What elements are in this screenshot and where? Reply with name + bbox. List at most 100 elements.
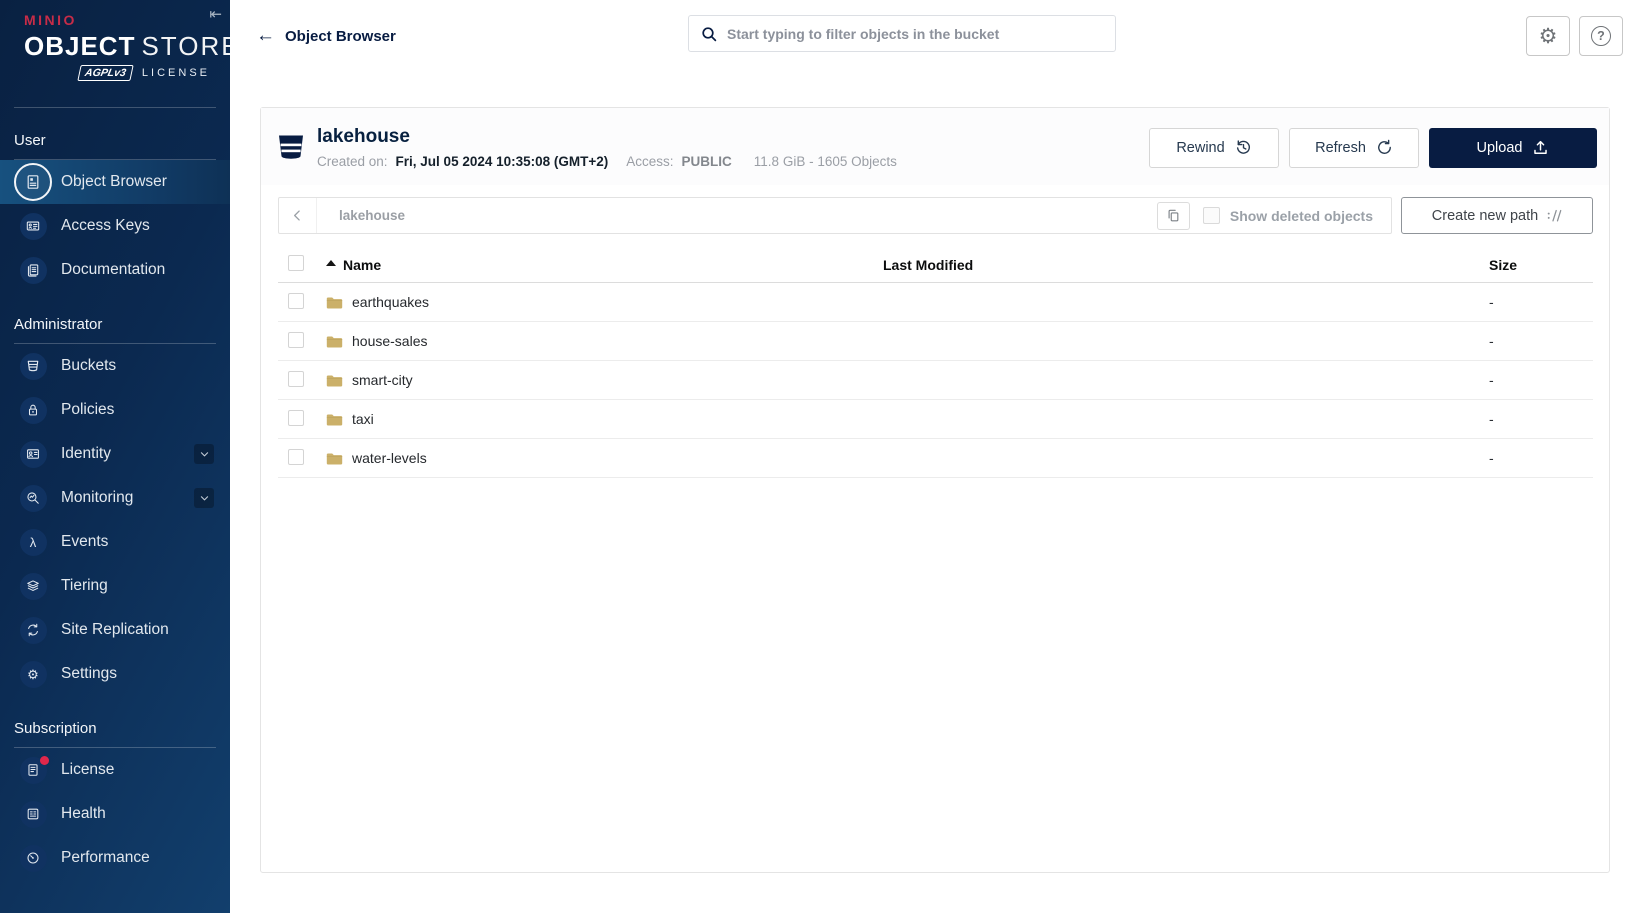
created-value: Fri, Jul 05 2024 10:35:08 (GMT+2)	[395, 154, 609, 169]
table-row[interactable]: taxi -	[278, 400, 1593, 439]
buckets-icon	[19, 352, 47, 380]
object-size: -	[1489, 333, 1494, 349]
agpl-badge: AGPLv3	[77, 65, 134, 81]
sidebar-item-label: Buckets	[61, 357, 117, 374]
sidebar: ⇤ MINIO OBJECTSTORE AGPLv3 LICENSE User …	[0, 0, 230, 913]
object-name[interactable]: smart-city	[352, 372, 413, 388]
sidebar-item-performance[interactable]: Performance	[0, 836, 230, 880]
sidebar-item-tiering[interactable]: Tiering	[0, 564, 230, 608]
current-path: lakehouse	[339, 208, 406, 223]
row-checkbox[interactable]	[288, 331, 304, 348]
row-checkbox[interactable]	[288, 292, 304, 309]
table-header-row: Name Last Modified Size	[278, 247, 1593, 283]
column-header-last-modified[interactable]: Last Modified	[883, 257, 1489, 273]
folder-icon	[326, 297, 343, 309]
settings-button[interactable]: ⚙	[1526, 16, 1570, 56]
chevron-down-icon[interactable]	[194, 444, 214, 464]
topbar: ← Object Browser ⚙ ?	[230, 0, 1638, 72]
bucket-icon	[278, 133, 304, 163]
back-arrow-icon: ←	[256, 25, 275, 46]
table-row[interactable]: smart-city -	[278, 361, 1593, 400]
sidebar-item-label: Performance	[61, 849, 150, 866]
sidebar-item-access-keys[interactable]: Access Keys	[0, 204, 230, 248]
policies-icon	[19, 396, 47, 424]
refresh-icon	[1377, 139, 1391, 154]
search-input[interactable]	[727, 25, 1103, 42]
object-size: -	[1489, 450, 1494, 466]
sidebar-item-label: Policies	[61, 401, 115, 418]
row-checkbox[interactable]	[288, 409, 304, 426]
create-new-path-button[interactable]: Create new path	[1401, 197, 1593, 234]
back-button[interactable]: ← Object Browser	[256, 25, 396, 47]
sidebar-item-monitoring[interactable]: Monitoring	[0, 476, 230, 520]
sidebar-collapse-icon[interactable]: ⇤	[209, 5, 222, 23]
column-header-size[interactable]: Size	[1489, 257, 1594, 273]
sidebar-item-label: Settings	[61, 665, 118, 682]
bucket-usage: 11.8 GiB - 1605 Objects	[753, 154, 897, 169]
help-button[interactable]: ?	[1579, 16, 1623, 56]
bucket-header: lakehouse Created on: Fri, Jul 05 2024 1…	[261, 108, 1609, 185]
table-row[interactable]: earthquakes -	[278, 283, 1593, 322]
sidebar-section-subscription: Subscription	[14, 720, 97, 737]
object-name[interactable]: taxi	[352, 411, 374, 427]
rewind-icon	[1236, 140, 1250, 154]
sidebar-item-health[interactable]: Health	[0, 792, 230, 836]
upload-icon	[1534, 140, 1548, 154]
sidebar-item-policies[interactable]: Policies	[0, 388, 230, 432]
sidebar-item-identity[interactable]: Identity	[0, 432, 230, 476]
table-row[interactable]: house-sales -	[278, 322, 1593, 361]
navigate-back-button[interactable]	[279, 198, 317, 233]
bucket-title: lakehouse	[317, 126, 410, 147]
show-deleted-checkbox[interactable]	[1202, 207, 1220, 224]
copy-icon	[1168, 209, 1179, 222]
object-name[interactable]: water-levels	[352, 450, 427, 466]
show-deleted-label[interactable]: Show deleted objects	[1230, 208, 1373, 224]
object-browser-icon	[14, 163, 52, 201]
chevron-down-icon[interactable]	[194, 488, 214, 508]
sidebar-item-label: Object Browser	[61, 173, 167, 190]
rewind-button[interactable]: Rewind	[1149, 127, 1279, 168]
table-row[interactable]: water-levels -	[278, 439, 1593, 478]
folder-icon	[326, 453, 343, 465]
sidebar-item-license[interactable]: License	[0, 748, 230, 792]
bucket-panel: lakehouse Created on: Fri, Jul 05 2024 1…	[260, 107, 1610, 873]
search-icon	[702, 26, 717, 41]
settings-icon: ⚙	[19, 660, 47, 688]
column-header-name[interactable]: Name	[326, 257, 883, 273]
sidebar-item-site-replication[interactable]: Site Replication	[0, 608, 230, 652]
sidebar-section-administrator: Administrator	[14, 316, 103, 333]
object-size: -	[1489, 372, 1494, 388]
copy-path-button[interactable]	[1156, 201, 1190, 230]
folder-icon	[326, 375, 343, 387]
sidebar-item-settings[interactable]: ⚙ Settings	[0, 652, 230, 696]
create-path-icon	[1547, 209, 1562, 222]
sidebar-item-label: Access Keys	[61, 217, 150, 234]
access-value: PUBLIC	[681, 154, 732, 169]
license-word: LICENSE	[141, 67, 210, 79]
refresh-button[interactable]: Refresh	[1289, 127, 1419, 168]
created-label: Created on:	[317, 154, 388, 169]
object-name[interactable]: house-sales	[352, 333, 428, 349]
sidebar-item-object-browser[interactable]: Object Browser	[0, 160, 230, 204]
sort-asc-icon	[326, 259, 336, 266]
upload-button[interactable]: Upload	[1429, 127, 1597, 168]
sidebar-item-documentation[interactable]: Documentation	[0, 248, 230, 292]
content: lakehouse Created on: Fri, Jul 05 2024 1…	[230, 72, 1638, 873]
folder-icon	[326, 336, 343, 348]
row-checkbox[interactable]	[288, 448, 304, 465]
sidebar-item-label: Documentation	[61, 261, 166, 278]
row-checkbox[interactable]	[288, 370, 304, 387]
sidebar-item-buckets[interactable]: Buckets	[0, 344, 230, 388]
identity-icon	[19, 440, 47, 468]
object-name[interactable]: earthquakes	[352, 294, 429, 310]
notification-dot	[40, 755, 49, 765]
access-label: Access:	[626, 154, 674, 169]
documentation-icon	[19, 256, 47, 284]
monitoring-icon	[19, 484, 47, 512]
performance-icon	[19, 844, 47, 872]
product-title: OBJECTSTORE	[24, 31, 230, 62]
objects-table: Name Last Modified Size earthquakes - ho…	[278, 247, 1593, 478]
sidebar-item-events[interactable]: λ Events	[0, 520, 230, 564]
sidebar-item-label: Site Replication	[61, 621, 169, 638]
select-all-checkbox[interactable]	[288, 255, 304, 271]
